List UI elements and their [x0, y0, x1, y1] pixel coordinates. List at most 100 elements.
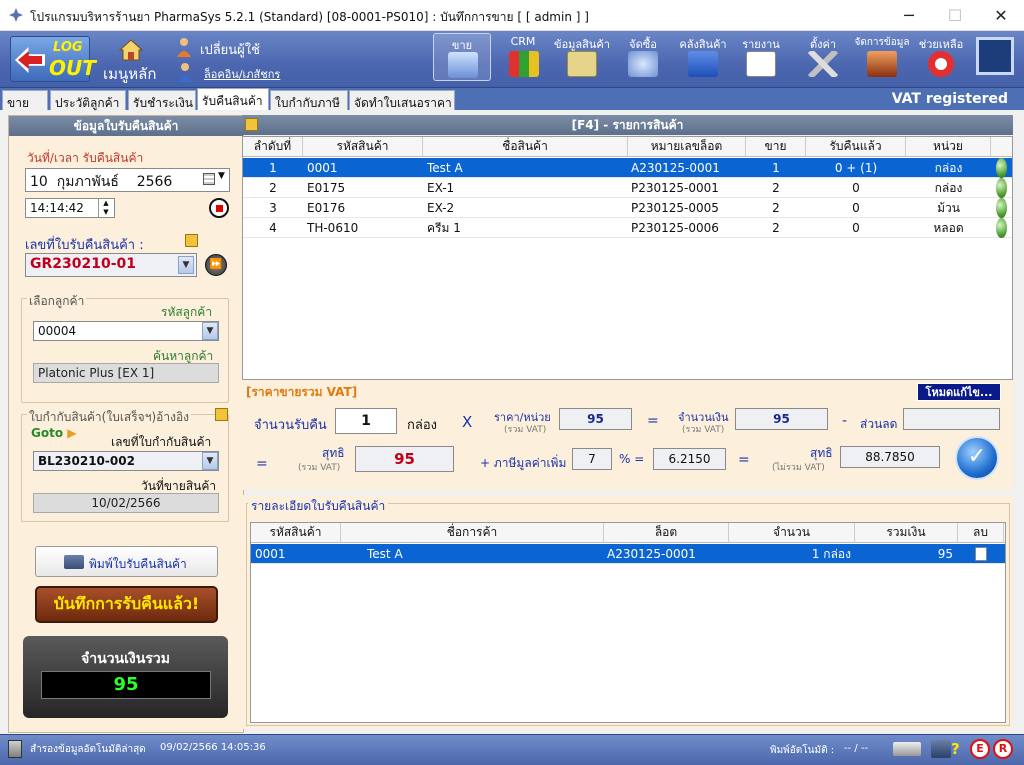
- tab-tax-invoice[interactable]: ใบกำกับภาษี: [270, 90, 348, 110]
- dcol-name[interactable]: ชื่อการค้า: [341, 523, 604, 543]
- home-icon[interactable]: [119, 39, 143, 61]
- r-circle-icon[interactable]: R: [993, 739, 1013, 759]
- dcol-delete[interactable]: ลบ: [958, 523, 1004, 543]
- col-lot[interactable]: หมายเลขล็อต: [628, 137, 746, 157]
- col-name[interactable]: ชื่อสินค้า: [423, 137, 628, 157]
- return-time-field[interactable]: 14:14:42 ▲ ▼: [25, 198, 115, 218]
- maximize-button[interactable]: ☐: [932, 0, 978, 31]
- edit-mode-button[interactable]: โหมดแก้ไข...: [917, 383, 1001, 401]
- crm-icon: [509, 51, 539, 77]
- item-cell-unit: หลอด: [933, 221, 964, 235]
- cash-drawer-icon[interactable]: [893, 742, 921, 756]
- doc-no-dropdown-icon[interactable]: ▼: [178, 256, 194, 274]
- qty-unit: กล่อง: [407, 418, 437, 433]
- tab-payment[interactable]: รับชำระเงิน: [128, 90, 196, 110]
- item-cell-lot: P230125-0006: [631, 221, 719, 235]
- item-cell-no: 3: [269, 201, 277, 215]
- return-date-picker[interactable]: 10 กุมภาพันธ์ 2566 ▼: [25, 168, 230, 192]
- calendar-icon[interactable]: [203, 173, 215, 185]
- vat-pct-sign: % =: [619, 452, 645, 466]
- item-row[interactable]: 4 TH-0610 ครีม 1 P230125-0006 2 0 หลอด: [243, 218, 1012, 238]
- save-return-button[interactable]: บันทึกการรับคืนแล้ว!: [35, 586, 218, 623]
- close-button[interactable]: ✕: [978, 0, 1024, 31]
- item-row[interactable]: 1 0001 Test A A230125-0001 1 0 + (1) กล่อง: [243, 158, 1012, 178]
- logout-button[interactable]: LOG OUT: [10, 36, 96, 82]
- nav-purchase[interactable]: จัดซื้อ: [620, 33, 666, 81]
- tab-customer-history[interactable]: ประวัติลูกค้า: [50, 90, 126, 110]
- customer-code-field[interactable]: 00004 ▼: [33, 321, 219, 341]
- item-cell-no: 4: [269, 221, 277, 235]
- doc-no-flag-icon[interactable]: [185, 234, 198, 247]
- ref-no-field[interactable]: BL230210-002 ▼: [33, 451, 219, 471]
- print-return-button[interactable]: พิมพ์ใบรับคืนสินค้า: [35, 546, 218, 577]
- item-cell-name: EX-1: [427, 181, 455, 195]
- change-user-button[interactable]: เปลี่ยนผู้ใช้: [200, 39, 260, 60]
- goto-arrow-icon: ▶: [67, 426, 77, 440]
- dcol-qty[interactable]: จำนวน: [729, 523, 855, 543]
- minus-sign: -: [842, 413, 848, 429]
- details-table[interactable]: รหัสสินค้า ชื่อการค้า ล็อต จำนวน รวมเงิน…: [250, 522, 1006, 723]
- date-dropdown-icon[interactable]: ▼: [218, 171, 225, 181]
- row-status-icon: [996, 158, 1007, 178]
- window-switch-icon[interactable]: [976, 37, 1014, 75]
- reference-flag-icon[interactable]: [215, 408, 228, 421]
- dcol-lot[interactable]: ล็อต: [604, 523, 729, 543]
- vat-amount-field: 6.2150: [653, 448, 726, 470]
- col-returned[interactable]: รับคืนแล้ว: [806, 137, 906, 157]
- customer-code-dropdown-icon[interactable]: ▼: [202, 322, 218, 340]
- items-table[interactable]: ลำดับที่ รหัสสินค้า ชื่อสินค้า หมายเลขล็…: [242, 136, 1013, 380]
- items-header: [F4] - รายการสินค้า: [242, 115, 1013, 135]
- tab-quotation[interactable]: จัดทำใบเสนอราคา: [349, 90, 455, 110]
- delete-row-icon[interactable]: [975, 547, 987, 561]
- tab-return[interactable]: รับคืนสินค้า: [197, 88, 269, 110]
- auto-print-value: -- / --: [844, 743, 869, 754]
- tab-sale[interactable]: ขาย: [2, 90, 48, 110]
- items-panel: [F4] - รายการสินค้า ลำดับที่ รหัสสินค้า …: [242, 115, 1016, 733]
- equals-sign-1: =: [647, 413, 659, 429]
- date-month: กุมภาพันธ์: [56, 174, 119, 190]
- vat-rate-field[interactable]: 7: [572, 448, 612, 470]
- discount-field[interactable]: [903, 408, 1000, 430]
- total-value: 95: [41, 671, 211, 699]
- ref-no-dropdown-icon[interactable]: ▼: [202, 452, 218, 470]
- time-spinner[interactable]: ▲ ▼: [98, 199, 113, 217]
- dcol-total[interactable]: รวมเงิน: [855, 523, 958, 543]
- stop-icon: [216, 205, 223, 212]
- detail-row[interactable]: 0001 Test A A230125-0001 1 กล่อง 95: [251, 544, 1005, 564]
- datetime-label: วันที่/เวลา รับคืนสินค้า: [27, 151, 144, 165]
- total-panel: จำนวนเงินรวม 95: [23, 636, 228, 718]
- record-stop-button[interactable]: [209, 198, 229, 218]
- nav-settings[interactable]: ตั้งค่า: [800, 33, 846, 81]
- minimize-button[interactable]: ─: [886, 0, 932, 31]
- nav-pos[interactable]: ขาย: [433, 33, 491, 81]
- qty-input[interactable]: 1: [335, 408, 397, 434]
- nav-product[interactable]: ข้อมูลสินค้า: [553, 33, 611, 81]
- help-question-icon[interactable]: ?: [951, 740, 960, 758]
- sale-date-field: 10/02/2566: [33, 493, 219, 513]
- user-icon: [177, 38, 191, 57]
- doc-next-button[interactable]: ⏩: [205, 254, 227, 276]
- dcol-code[interactable]: รหัสสินค้า: [251, 523, 341, 543]
- nav-help[interactable]: ช่วยเหลือ: [916, 33, 966, 81]
- nav-data[interactable]: จัดการข้อมูล: [852, 33, 912, 81]
- item-row[interactable]: 3 E0176 EX-2 P230125-0005 2 0 ม้วน: [243, 198, 1012, 218]
- login-link[interactable]: ล็อคอิน/เภสัชกร: [204, 65, 280, 83]
- items-flag-icon[interactable]: [245, 118, 258, 131]
- row-status-icon: [996, 198, 1007, 218]
- col-no[interactable]: ลำดับที่: [243, 137, 303, 157]
- item-row[interactable]: 2 E0175 EX-1 P230125-0001 2 0 กล่อง: [243, 178, 1012, 198]
- doc-no-field[interactable]: GR230210-01 ▼: [25, 253, 197, 277]
- col-unit[interactable]: หน่วย: [906, 137, 991, 157]
- nav-crm[interactable]: CRM: [503, 33, 543, 81]
- goto-button[interactable]: Goto ▶: [31, 426, 77, 440]
- col-code[interactable]: รหัสสินค้า: [303, 137, 423, 157]
- home-button[interactable]: เมนูหลัก: [103, 62, 156, 86]
- nav-report[interactable]: รายงาน: [738, 33, 784, 81]
- col-sold[interactable]: ขาย: [746, 137, 806, 157]
- return-info-panel: ข้อมูลใบรับคืนสินค้า วันที่/เวลา รับคืนส…: [8, 115, 244, 733]
- confirm-check-button[interactable]: ✓: [955, 436, 999, 480]
- nav-data-label: จัดการข้อมูล: [854, 37, 910, 48]
- printer-status-icon[interactable]: [931, 740, 951, 758]
- e-circle-icon[interactable]: E: [970, 739, 990, 759]
- nav-warehouse[interactable]: คลังสินค้า: [675, 33, 731, 81]
